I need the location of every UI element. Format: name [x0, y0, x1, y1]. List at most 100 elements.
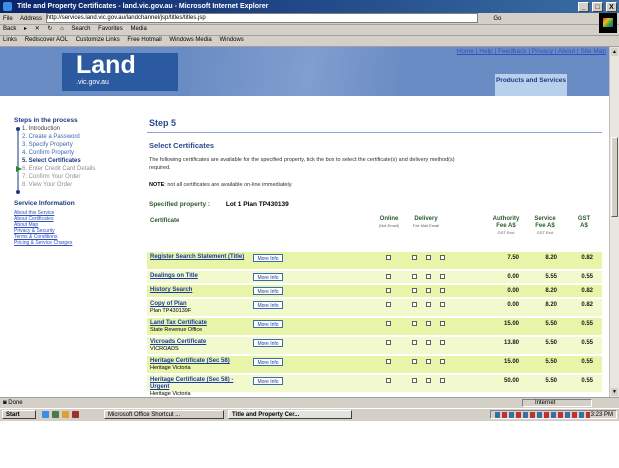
email-checkbox[interactable]	[440, 359, 445, 364]
email-checkbox[interactable]	[440, 340, 445, 345]
scroll-down-icon[interactable]: ▼	[611, 388, 618, 396]
media-button[interactable]: Media	[130, 26, 146, 32]
mail-checkbox[interactable]	[426, 288, 431, 293]
more-info-button[interactable]: More Info	[253, 358, 283, 366]
more-info-button[interactable]: More Info	[253, 273, 283, 281]
back-button[interactable]: Back	[3, 26, 16, 32]
step-create-password[interactable]: 2. Create a Password	[22, 134, 80, 140]
service-link[interactable]: Pricing & Service Charges	[14, 240, 72, 246]
mail-checkbox[interactable]	[426, 378, 431, 383]
authority-fee: 7.50	[507, 255, 519, 261]
scroll-up-icon[interactable]: ▲	[611, 48, 618, 56]
certificate-name-link[interactable]: Land Tax Certificate	[150, 320, 250, 327]
go-button[interactable]: Go	[493, 16, 501, 22]
fax-checkbox[interactable]	[412, 255, 417, 260]
vertical-scrollbar[interactable]: ▲ ▼	[609, 47, 619, 397]
mail-checkbox[interactable]	[426, 255, 431, 260]
online-checkbox[interactable]	[386, 288, 391, 293]
mail-checkbox[interactable]	[426, 274, 431, 279]
refresh-icon[interactable]: ↻	[47, 26, 52, 32]
email-checkbox[interactable]	[440, 378, 445, 383]
more-info-button[interactable]: More Info	[253, 320, 283, 328]
col-online: Online (Not Email)	[376, 216, 402, 228]
more-info-button[interactable]: More Info	[253, 301, 283, 309]
fax-checkbox[interactable]	[412, 274, 417, 279]
step-specify-property[interactable]: 3. Specify Property	[22, 142, 73, 148]
online-checkbox[interactable]	[386, 378, 391, 383]
taskbar-item-office[interactable]: Microsoft Office Shortcut ...	[104, 410, 224, 419]
email-checkbox[interactable]	[440, 321, 445, 326]
table-header: Certificate Online (Not Email) Delivery …	[147, 214, 602, 252]
more-info-button[interactable]: More Info	[253, 287, 283, 295]
stop-icon[interactable]: ✕	[35, 26, 40, 32]
mail-checkbox[interactable]	[426, 302, 431, 307]
home-icon[interactable]: ⌂	[60, 26, 64, 32]
certificate-name-link[interactable]: Register Search Statement (Title)	[150, 254, 250, 261]
fax-checkbox[interactable]	[412, 288, 417, 293]
steps-title: Steps in the process	[14, 117, 78, 124]
table-row: Heritage Certificate (Sec 58) Heritage Vi…	[147, 356, 602, 373]
more-info-button[interactable]: More Info	[253, 254, 283, 262]
certificate-name-link[interactable]: History Search	[150, 287, 250, 294]
email-checkbox[interactable]	[440, 302, 445, 307]
gst-amount: 0.55	[581, 359, 593, 365]
step-select-certificates[interactable]: 5. Select Certificates	[22, 158, 81, 164]
email-checkbox[interactable]	[440, 255, 445, 260]
file-menu[interactable]: File	[3, 16, 13, 22]
gst-amount: 0.82	[581, 255, 593, 261]
online-checkbox[interactable]	[386, 321, 391, 326]
online-checkbox[interactable]	[386, 340, 391, 345]
close-button[interactable]: X	[606, 2, 617, 12]
online-checkbox[interactable]	[386, 302, 391, 307]
link-item[interactable]: Windows	[219, 37, 243, 43]
search-button[interactable]: Search	[71, 26, 90, 32]
link-item[interactable]: Windows Media	[169, 37, 211, 43]
step-confirm-property[interactable]: 4. Confirm Property	[22, 150, 74, 156]
quicklaunch-outlook-icon[interactable]	[72, 411, 79, 418]
fax-checkbox[interactable]	[412, 359, 417, 364]
quicklaunch-desktop-icon[interactable]	[52, 411, 59, 418]
fax-checkbox[interactable]	[412, 321, 417, 326]
mail-checkbox[interactable]	[426, 340, 431, 345]
top-links[interactable]: Home | Help | Feedback | Privacy | About…	[457, 48, 606, 55]
certificate-name-link[interactable]: Vicroads Certificate	[150, 339, 250, 346]
link-item[interactable]: Free Hotmail	[127, 37, 161, 43]
link-item[interactable]: Rediscover AOL	[25, 37, 68, 43]
land-logo[interactable]: Land .vic.gov.au	[62, 51, 178, 91]
scroll-thumb[interactable]	[611, 137, 618, 217]
certificate-name-link[interactable]: Dealings on Title	[150, 273, 250, 280]
more-info-button[interactable]: More Info	[253, 377, 283, 385]
tray-icons[interactable]	[495, 412, 590, 418]
url-input[interactable]: http://services.land.vic.gov.au/landchan…	[45, 13, 478, 23]
more-info-button[interactable]: More Info	[253, 339, 283, 347]
certificate-name-link[interactable]: Heritage Certificate (Sec 58) - Urgent	[150, 377, 250, 391]
online-checkbox[interactable]	[386, 255, 391, 260]
fax-checkbox[interactable]	[412, 378, 417, 383]
col-online-label: Online	[379, 216, 399, 222]
forward-button-icon[interactable]: ▸	[24, 26, 27, 32]
start-button[interactable]: Start	[2, 410, 36, 419]
email-checkbox[interactable]	[440, 288, 445, 293]
taskbar-item-ie[interactable]: Title and Property Cer...	[228, 410, 352, 419]
certificate-name-link[interactable]: Copy of Plan	[150, 301, 250, 308]
email-checkbox[interactable]	[440, 274, 445, 279]
quicklaunch-ie-icon[interactable]	[42, 411, 49, 418]
authority-fee: 13.80	[503, 340, 519, 346]
tab-products-and-services[interactable]: Products and Services	[495, 74, 567, 96]
col-gst: GST A$	[577, 216, 591, 229]
maximize-button[interactable]: □	[592, 2, 604, 12]
fax-checkbox[interactable]	[412, 302, 417, 307]
mail-checkbox[interactable]	[426, 359, 431, 364]
step-introduction[interactable]: 1. Introduction	[22, 126, 60, 132]
table-row: Land Tax Certificate State Revenue Office…	[147, 318, 602, 335]
property-label: Specified property :	[149, 201, 211, 208]
online-checkbox[interactable]	[386, 359, 391, 364]
quicklaunch-media-icon[interactable]	[62, 411, 69, 418]
mail-checkbox[interactable]	[426, 321, 431, 326]
minimize-button[interactable]: _	[578, 2, 590, 12]
certificate-name-link[interactable]: Heritage Certificate (Sec 58)	[150, 358, 250, 365]
fax-checkbox[interactable]	[412, 340, 417, 345]
link-item[interactable]: Customize Links	[76, 37, 120, 43]
online-checkbox[interactable]	[386, 274, 391, 279]
favorites-button[interactable]: Favorites	[98, 26, 123, 32]
